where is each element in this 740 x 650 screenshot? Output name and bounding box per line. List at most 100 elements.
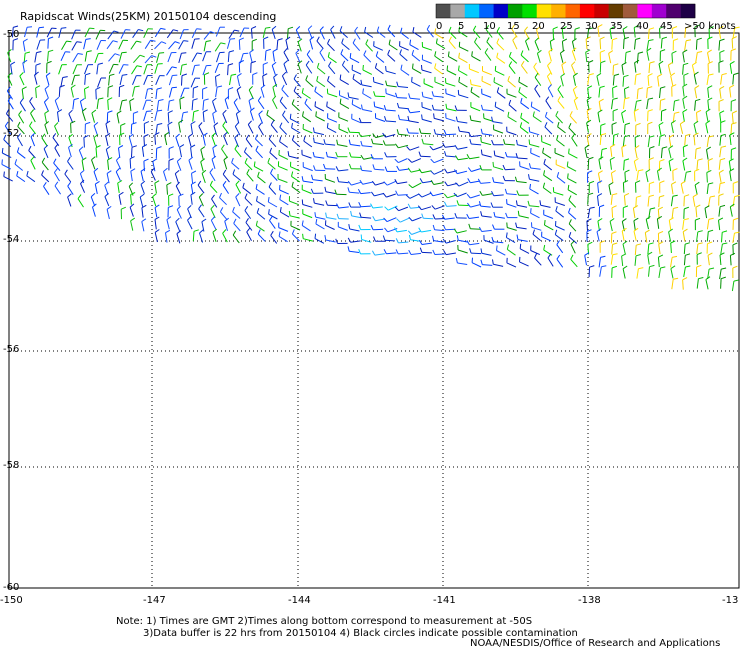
- wind-barb-feather: [636, 243, 642, 246]
- wind-barb-feather: [121, 206, 126, 210]
- wind-barb-feather: [235, 180, 240, 185]
- wind-barb: [226, 38, 231, 49]
- wind-barb: [338, 226, 348, 231]
- wind-barb-feather: [407, 167, 412, 173]
- wind-barb: [372, 143, 383, 146]
- wind-barb-feather: [503, 139, 506, 145]
- wind-barb-feather: [339, 98, 342, 104]
- wind-barb: [338, 169, 349, 172]
- wind-barb-feather: [212, 97, 217, 102]
- lat-label: -52: [3, 128, 19, 139]
- wind-barb-feather: [30, 156, 35, 161]
- wind-barb-feather: [16, 147, 20, 153]
- wind-barb-feather: [659, 180, 665, 184]
- wind-barb-feather: [272, 95, 277, 101]
- wind-barb-feather: [732, 242, 738, 246]
- wind-barb-feather: [636, 99, 642, 102]
- wind-barb-feather: [673, 38, 679, 41]
- wind-barb-feather: [134, 85, 140, 88]
- wind-barb-feather: [519, 243, 522, 249]
- wind-barb: [374, 192, 385, 197]
- wind-barb-feather: [349, 53, 352, 59]
- wind-barb: [28, 150, 36, 159]
- wind-barb-feather: [314, 101, 316, 107]
- legend-swatch: [464, 4, 480, 18]
- wind-barb-feather: [421, 91, 424, 97]
- wind-barb-feather: [23, 38, 28, 43]
- wind-barb-feather: [718, 193, 724, 197]
- wind-barb: [622, 76, 625, 87]
- wind-barb: [326, 217, 337, 220]
- wind-barb-feather: [347, 187, 350, 193]
- wind-barb: [657, 170, 660, 181]
- wind-barb-feather: [731, 147, 737, 150]
- wind-barb-feather: [228, 87, 234, 90]
- wind-barb: [719, 135, 722, 146]
- wind-barb-feather: [636, 195, 642, 198]
- wind-barb: [609, 159, 612, 170]
- wind-barb: [385, 109, 396, 112]
- wind-barb-feather: [721, 73, 727, 76]
- wind-barb: [668, 231, 672, 242]
- wind-barb: [434, 67, 443, 75]
- wind-barb: [168, 41, 176, 50]
- wind-barb-feather: [283, 60, 289, 65]
- wind-barb: [645, 219, 649, 230]
- wind-barb-feather: [194, 64, 200, 66]
- wind-barb-feather: [442, 142, 446, 148]
- wind-barb-feather: [239, 37, 245, 41]
- wind-barb: [611, 39, 613, 50]
- wind-barb: [568, 212, 577, 220]
- wind-barb-feather: [407, 158, 413, 163]
- wind-barb: [54, 147, 61, 157]
- wind-barb: [647, 254, 650, 265]
- wind-barb: [130, 194, 132, 205]
- wind-barb: [598, 257, 601, 268]
- wind-barb-feather: [484, 48, 489, 53]
- wind-barb: [248, 100, 252, 111]
- wind-barb: [107, 159, 110, 170]
- wind-barb-feather: [202, 109, 208, 113]
- wind-barb: [621, 230, 625, 241]
- wind-barb-feather: [720, 145, 727, 148]
- wind-barb-feather: [67, 156, 71, 162]
- wind-barb: [470, 84, 482, 88]
- wind-barb: [278, 154, 289, 160]
- wind-barb-feather: [674, 99, 680, 102]
- wind-barb-feather: [491, 236, 494, 242]
- wind-barb-feather: [316, 36, 320, 42]
- wind-barb-feather: [335, 151, 338, 157]
- wind-barb: [570, 258, 578, 268]
- wind-barb: [67, 161, 74, 170]
- wind-barb: [682, 98, 685, 109]
- wind-barb: [95, 89, 97, 100]
- legend-swatch: [436, 4, 451, 18]
- wind-barb: [72, 53, 79, 63]
- wind-barb: [409, 97, 421, 100]
- wind-barb-feather: [336, 213, 340, 219]
- wind-barb: [188, 136, 192, 147]
- wind-barb: [481, 80, 492, 86]
- wind-barb-feather: [219, 207, 224, 213]
- wind-barb: [532, 115, 542, 123]
- wind-barb: [411, 230, 422, 235]
- wind-barb-feather: [443, 129, 447, 135]
- wind-barb-feather: [291, 122, 293, 128]
- wind-barb-feather: [668, 61, 673, 66]
- wind-barb: [496, 57, 506, 64]
- wind-barb-feather: [85, 38, 91, 40]
- wind-barb-feather: [107, 97, 113, 101]
- wind-barb: [486, 41, 494, 50]
- wind-barb-feather: [692, 61, 697, 66]
- wind-barb-feather: [211, 194, 215, 200]
- wind-barb-feather: [472, 25, 477, 31]
- wind-barb-feather: [684, 194, 690, 197]
- wind-barb: [646, 50, 650, 61]
- legend-swatch: [450, 4, 466, 18]
- wind-barb-feather: [407, 230, 412, 235]
- wind-barb: [143, 111, 147, 122]
- wind-barb: [599, 39, 602, 50]
- wind-barb: [179, 147, 182, 158]
- wind-barb: [374, 253, 385, 256]
- wind-barb-feather: [430, 170, 435, 175]
